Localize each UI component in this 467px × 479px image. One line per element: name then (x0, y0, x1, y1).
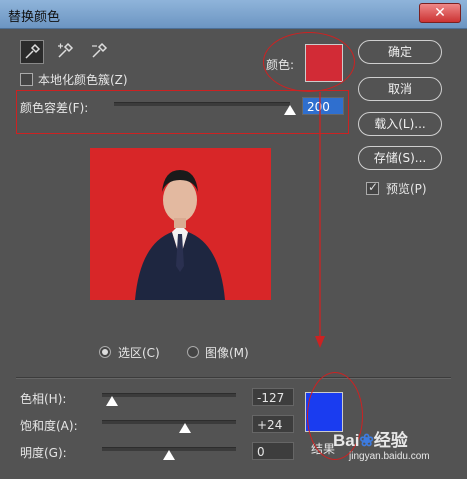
preview-image (90, 148, 271, 300)
cancel-button[interactable]: 取消 (358, 77, 442, 101)
preview-checkbox[interactable] (366, 180, 379, 195)
result-label: 结果 (311, 442, 336, 456)
eyedropper-minus-icon (92, 42, 108, 58)
fuzziness-slider-thumb[interactable] (284, 105, 296, 115)
dialog-body: 本地化颜色簇(Z) 颜色: 颜色容差(F): 200 确定 取消 载入(L)..… (6, 30, 461, 473)
lightness-value-field[interactable]: 0 (252, 442, 294, 460)
ok-button[interactable]: 确定 (358, 40, 442, 64)
selection-view-label: 选区(C) (118, 346, 160, 360)
saturation-value-field[interactable]: +24 (252, 415, 294, 433)
watermark-url: jingyan.baidu.com (349, 451, 430, 462)
title-bar: 替换颜色 ✕ (0, 0, 467, 29)
hue-value-field[interactable]: -127 (252, 388, 294, 406)
selection-color-swatch[interactable] (305, 44, 343, 82)
eyedropper-icon (25, 43, 41, 59)
save-button[interactable]: 存储(S)... (358, 146, 442, 170)
annotation-arrow (315, 92, 325, 348)
hue-label: 色相(H): (20, 392, 67, 406)
baidu-watermark: Bai❀经验 (333, 431, 408, 450)
image-view-label: 图像(M) (205, 346, 249, 360)
preview-label: 预览(P) (386, 182, 427, 196)
person-portrait-image (135, 170, 225, 300)
fuzziness-slider-track[interactable] (114, 102, 290, 106)
eyedropper-tool[interactable] (20, 40, 44, 64)
section-divider (16, 377, 451, 379)
eyedropper-plus-icon (58, 42, 74, 58)
close-button[interactable]: ✕ (419, 3, 461, 23)
hue-slider-track[interactable] (102, 393, 236, 397)
lightness-label: 明度(G): (20, 446, 67, 460)
eyedropper-plus-tool[interactable] (54, 40, 76, 62)
image-view-radio[interactable] (187, 346, 199, 358)
fuzziness-label: 颜色容差(F): (20, 101, 89, 115)
eyedropper-minus-tool[interactable] (88, 40, 110, 62)
hue-slider-thumb[interactable] (106, 396, 119, 406)
lightness-slider-thumb[interactable] (163, 450, 175, 460)
window-title: 替换颜色 (8, 10, 61, 25)
saturation-label: 饱和度(A): (20, 419, 78, 433)
selection-view-radio[interactable] (99, 346, 111, 358)
color-label: 颜色: (266, 58, 295, 72)
localized-clusters-checkbox[interactable] (20, 73, 33, 86)
saturation-slider-thumb[interactable] (179, 423, 192, 433)
load-button[interactable]: 载入(L)... (358, 112, 442, 136)
saturation-slider-track[interactable] (102, 420, 236, 424)
localized-clusters-label: 本地化颜色簇(Z) (38, 73, 128, 87)
